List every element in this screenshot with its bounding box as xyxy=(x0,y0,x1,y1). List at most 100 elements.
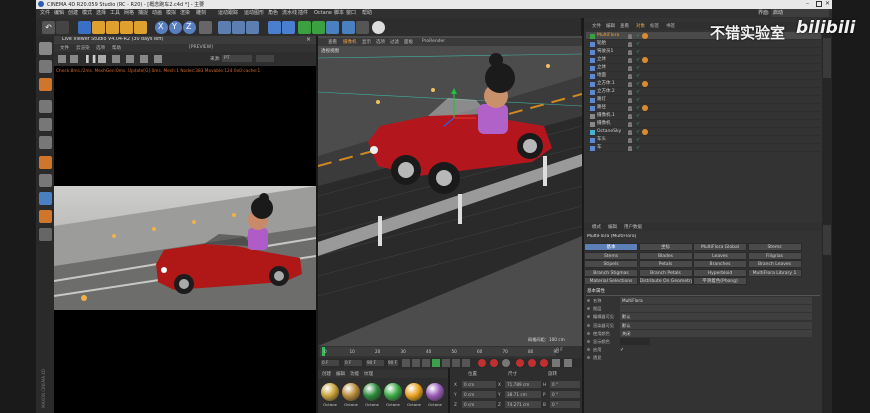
menu-item[interactable]: 模拟 xyxy=(166,9,176,17)
render-dots-icon[interactable] xyxy=(628,133,632,135)
workplane-icon[interactable] xyxy=(39,210,52,223)
record-key-icon[interactable] xyxy=(478,359,486,367)
prev-key-icon[interactable] xyxy=(412,359,420,367)
object-row[interactable]: 路灯 ✓ xyxy=(586,96,821,104)
axis-z-button[interactable]: Z xyxy=(183,21,196,34)
snap-icon[interactable] xyxy=(39,192,52,205)
current-frame-field[interactable]: 0 F xyxy=(344,360,362,366)
material-swatch[interactable] xyxy=(384,383,402,401)
enable-check-icon[interactable]: ✓ xyxy=(636,129,640,135)
menu-item[interactable]: 工具 xyxy=(110,9,120,17)
render-dots-icon[interactable] xyxy=(628,61,632,63)
axis-y-button[interactable]: Y xyxy=(169,21,182,34)
minimize-button[interactable]: – xyxy=(806,1,813,8)
menu-item[interactable]: 渲染 xyxy=(180,9,190,17)
attribute-field-value[interactable]: MultiFlora xyxy=(620,297,812,304)
subdivision-icon[interactable] xyxy=(298,21,311,34)
light-icon[interactable] xyxy=(372,21,385,34)
material-swatch[interactable] xyxy=(321,383,339,401)
menu-item[interactable]: 帮助 xyxy=(362,9,372,17)
attribute-tab[interactable]: Material Selections xyxy=(584,277,638,285)
animate-dot-icon[interactable] xyxy=(587,331,590,335)
go-to-start-icon[interactable] xyxy=(402,359,410,367)
attribute-tab[interactable]: Hyperbloid xyxy=(693,268,747,277)
lv-lock-icon[interactable] xyxy=(112,55,120,63)
key-pla-icon[interactable] xyxy=(564,359,572,367)
render-dots-icon[interactable] xyxy=(628,125,632,127)
coord-rotation-field[interactable]: 0 ° xyxy=(550,391,580,398)
enable-check-icon[interactable]: ✓ xyxy=(636,81,640,87)
enable-check-icon[interactable]: ✓ xyxy=(636,97,640,103)
deformer-icon[interactable] xyxy=(326,21,339,34)
animate-dot-icon[interactable] xyxy=(587,340,590,343)
mat-menu-texture[interactable]: 纹理 xyxy=(364,371,373,377)
key-position-icon[interactable] xyxy=(516,359,524,367)
enable-check-icon[interactable]: ✓ xyxy=(636,121,640,127)
go-to-end-icon[interactable] xyxy=(462,359,470,367)
object-row[interactable]: OctaneSky ✓ xyxy=(586,128,821,136)
object-row[interactable]: MultiFlora ✓ xyxy=(586,32,821,40)
mat-menu-function[interactable]: 功能 xyxy=(350,371,359,377)
vp-menu-panel[interactable]: 面板 xyxy=(404,39,413,45)
menu-item[interactable]: 网格 xyxy=(124,9,134,17)
menu-item[interactable]: 选择 xyxy=(96,9,106,17)
lv-menu-preview[interactable]: [PREVIEW] xyxy=(189,45,213,50)
attribute-tab[interactable]: Stems xyxy=(747,243,802,251)
attribute-tab[interactable]: 基本 xyxy=(584,243,638,251)
material-tag-icon[interactable] xyxy=(642,129,648,135)
enable-check-icon[interactable]: ✓ xyxy=(636,33,640,39)
lv-zoom-icon[interactable] xyxy=(140,55,148,63)
lv-stop-icon[interactable] xyxy=(98,55,106,63)
recent-tool-icon[interactable] xyxy=(134,21,147,34)
object-row[interactable]: 立体 ✓ xyxy=(586,64,821,72)
cloner-icon[interactable] xyxy=(312,21,325,34)
coord-rotation-field[interactable]: 0 ° xyxy=(550,401,580,408)
vp-menu-camera[interactable]: 摄像机 xyxy=(343,39,357,45)
enable-check-icon[interactable]: ✓ xyxy=(636,89,640,95)
model-mode-icon[interactable] xyxy=(39,60,52,73)
enable-check-icon[interactable]: ✓ xyxy=(636,73,640,79)
menu-item[interactable]: 脚本 xyxy=(334,9,344,17)
enable-check-icon[interactable]: ✓ xyxy=(636,145,640,151)
make-editable-icon[interactable] xyxy=(39,42,52,55)
attr-menu-edit[interactable]: 编辑 xyxy=(608,224,617,230)
coord-size-field[interactable]: 71.789 cm xyxy=(505,381,541,388)
enable-check-icon[interactable]: ✓ xyxy=(636,57,640,63)
play-icon[interactable] xyxy=(432,359,440,367)
camera-icon[interactable] xyxy=(356,21,369,34)
attribute-field-value[interactable]: 默认 xyxy=(620,313,812,321)
coord-size-field[interactable]: 38.71 cm xyxy=(505,391,541,398)
attribute-tab[interactable]: Blades xyxy=(638,251,693,260)
om-menu-view[interactable]: 查看 xyxy=(620,23,629,29)
autokey-icon[interactable] xyxy=(490,359,498,367)
vp-menu-options[interactable]: 选项 xyxy=(376,39,385,45)
render-dots-icon[interactable] xyxy=(628,45,632,47)
attribute-field-value[interactable]: 默认 xyxy=(620,321,812,329)
render-dots-icon[interactable] xyxy=(628,149,632,151)
key-scale-icon[interactable] xyxy=(540,359,548,367)
attribute-tab[interactable]: Branches xyxy=(693,260,747,268)
om-menu-edit[interactable]: 编辑 xyxy=(606,23,615,29)
lv-menu-options[interactable]: 选项 xyxy=(96,45,105,51)
coordinate-system-icon[interactable] xyxy=(199,21,212,34)
close-button[interactable]: ✕ xyxy=(825,0,832,8)
attribute-tab[interactable]: Leaves xyxy=(693,251,747,260)
object-row[interactable]: 车头 ✓ xyxy=(586,136,821,144)
scene-icon[interactable] xyxy=(342,21,355,34)
material-swatch[interactable] xyxy=(405,383,423,401)
attribute-tab[interactable]: 平滑着色(Phong) xyxy=(693,277,747,285)
attribute-tab[interactable]: Petals xyxy=(638,260,693,268)
enable-check-icon[interactable]: ✓ xyxy=(636,49,640,55)
render-dots-icon[interactable] xyxy=(628,101,632,103)
key-rotation-icon[interactable] xyxy=(528,359,536,367)
dock-tab-objects[interactable] xyxy=(823,38,831,78)
object-row[interactable]: 轮胎 ✓ xyxy=(586,40,821,48)
material-tag-icon[interactable] xyxy=(642,57,648,63)
render-dots-icon[interactable] xyxy=(628,69,632,71)
render-dots-icon[interactable] xyxy=(628,141,632,143)
vp-menu-display[interactable]: 显示 xyxy=(362,39,371,45)
scale-icon[interactable] xyxy=(106,21,119,34)
attribute-field-value[interactable] xyxy=(620,305,812,313)
axis-x-button[interactable]: X xyxy=(155,21,168,34)
attribute-tab[interactable]: Branch Stigmas xyxy=(584,268,638,277)
